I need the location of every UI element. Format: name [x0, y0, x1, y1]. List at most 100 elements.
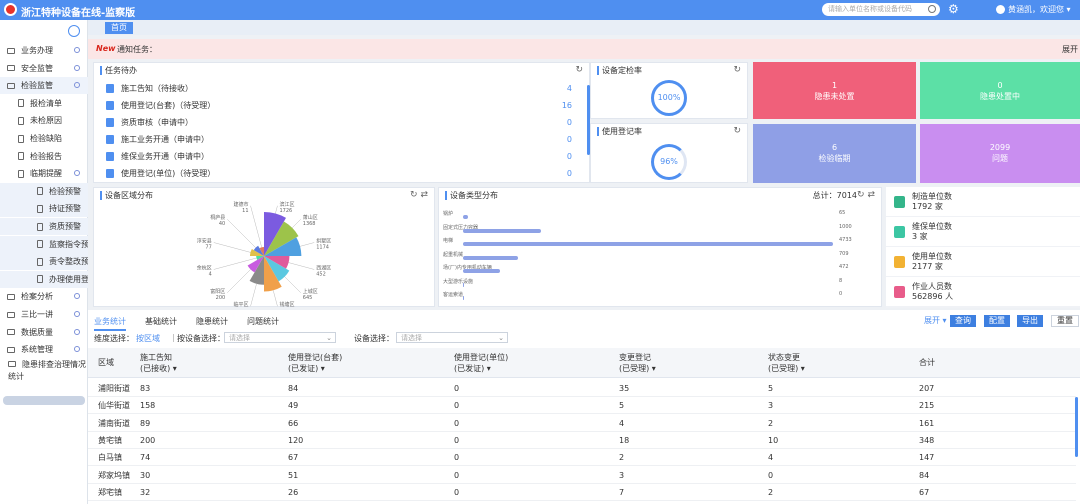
expand-icon[interactable]	[74, 328, 80, 335]
table-row[interactable]: 浦阳街道 83 84 0 35 5 207	[88, 380, 1076, 397]
task-item[interactable]: 施工告知（待接收） 4	[106, 81, 582, 97]
table-row[interactable]: 白马镇 74 67 0 2 4 147	[88, 449, 1076, 467]
bar-label: 起重机械	[443, 251, 464, 258]
expand-icon[interactable]	[74, 311, 80, 317]
search-icon[interactable]	[928, 5, 936, 13]
column-header[interactable]: 合计	[919, 357, 935, 368]
refresh-icon[interactable]: ↻	[575, 65, 583, 75]
tab-hazard-stats[interactable]: 隐患统计	[196, 316, 228, 327]
sidebar-item[interactable]: 三比一讲	[0, 306, 88, 323]
device-select[interactable]: 请选择 ⌄	[396, 332, 508, 343]
avatar-icon	[996, 5, 1005, 14]
stat-item[interactable]: 作业人员数 562896 人	[886, 277, 1080, 308]
sidebar-item[interactable]: 安全监管	[0, 60, 88, 77]
tab-basic-stats[interactable]: 基础统计	[145, 316, 177, 327]
config-button[interactable]: 配置	[984, 315, 1010, 327]
sidebar-toggle-icon[interactable]	[68, 25, 80, 37]
sidebar-item[interactable]: 持证预警	[0, 200, 88, 218]
task-item[interactable]: 使用登记(台套)（待受理） 16	[106, 98, 582, 114]
dimension-device-select[interactable]: 请选择 ⌄	[224, 332, 336, 343]
task-card: 任务待办 ↻ 施工告知（待接收） 4 使用登记(台套)（待受理） 16 资质审核（申请中…	[93, 62, 590, 183]
sidebar-item[interactable]: 临期提醒	[0, 165, 88, 182]
refresh-switch-icon[interactable]: ↻ ⇄	[857, 190, 875, 200]
refresh-icon[interactable]: ↻	[733, 126, 741, 136]
bar[interactable]	[463, 242, 833, 246]
folder-icon	[37, 204, 43, 213]
tab-home[interactable]: 首页	[105, 22, 133, 34]
sidebar-item[interactable]: 检验报告	[0, 148, 88, 165]
stat-value: 562896 人	[912, 292, 954, 301]
user-menu[interactable]: 黄涵凯，欢迎您 ▾	[996, 4, 1071, 15]
expand-button[interactable]: 展开 ▾	[924, 315, 947, 326]
sidebar-item[interactable]: 办理使用登记预警	[0, 270, 88, 288]
refresh-icon[interactable]: ↻	[733, 65, 741, 75]
bar[interactable]	[463, 255, 519, 260]
tile-problems[interactable]: 2099 问题	[920, 124, 1080, 183]
bar[interactable]	[463, 269, 500, 273]
notice-expand-button[interactable]: 展开	[1062, 44, 1078, 55]
column-header[interactable]: 使用登记(台套) (已发证) ▾	[288, 352, 342, 374]
task-item[interactable]: 使用登记(单位)（待受理） 0	[106, 166, 582, 182]
stat-item[interactable]: 制造单位数 1792 家	[886, 187, 1080, 218]
expand-icon[interactable]	[74, 346, 80, 353]
table-scrollbar[interactable]	[1075, 397, 1078, 457]
value-cell: 120	[288, 435, 304, 445]
sidebar-scrollbar[interactable]	[3, 396, 85, 405]
tile-inspection-due[interactable]: 6 检验临期	[753, 124, 916, 183]
expand-icon[interactable]	[74, 47, 80, 53]
column-header[interactable]: 状态变更 (已受理) ▾	[768, 352, 805, 374]
table-row[interactable]: 郑家坞镇 30 51 0 3 0 84	[88, 467, 1076, 484]
value-cell: 26	[288, 487, 299, 497]
export-button[interactable]: 导出	[1017, 315, 1043, 327]
column-header[interactable]: 使用登记(单位) (已发证) ▾	[454, 352, 508, 374]
task-item[interactable]: 施工业务开通（申请中） 0	[106, 132, 582, 148]
bar[interactable]	[463, 228, 542, 233]
column-header[interactable]: 施工告知 (已接收) ▾	[140, 352, 177, 374]
column-header[interactable]: 变更登记 (已受理) ▾	[619, 352, 656, 374]
reset-button[interactable]: 重置	[1051, 315, 1079, 327]
sidebar-item[interactable]: 资质预警	[0, 218, 88, 235]
dimension-region-option[interactable]: 按区域	[136, 333, 160, 344]
sidebar-item[interactable]: 检验监管	[0, 77, 88, 95]
task-item[interactable]: 资质审核（申请中） 0	[106, 115, 582, 131]
device-select-label: 设备选择：	[354, 334, 394, 343]
sidebar-item[interactable]: 检验缺陷	[0, 130, 88, 147]
search-input[interactable]: 请输入单位名称或设备代码	[822, 3, 940, 16]
sidebar-item[interactable]: 检案分析	[0, 288, 88, 305]
bar-row: 固定式压力容器 1000	[443, 224, 879, 234]
sidebar-item[interactable]: 系统管理	[0, 341, 88, 358]
table-row[interactable]: 浦南街道 89 66 0 4 2 161	[88, 415, 1076, 432]
sidebar-item[interactable]: 业务办理	[0, 42, 88, 59]
bar[interactable]	[463, 215, 469, 219]
sidebar-item[interactable]: 责令整改预警	[0, 253, 88, 271]
bar[interactable]	[463, 282, 464, 287]
task-item[interactable]: 维保业务开通（申请中） 0	[106, 149, 582, 165]
rose-value: 4	[209, 271, 212, 277]
column-header[interactable]: 区域	[98, 357, 114, 368]
query-button[interactable]: 查询	[950, 315, 976, 327]
sidebar-item[interactable]: 报检清单	[0, 95, 88, 112]
sidebar-item[interactable]: 监察指令预警	[0, 235, 88, 253]
expand-icon[interactable]	[74, 82, 80, 89]
sidebar-item[interactable]: 数据质量	[0, 324, 88, 341]
stat-item[interactable]: 使用单位数 2177 家	[886, 247, 1080, 278]
tab-business-stats[interactable]: 业务统计	[94, 316, 126, 331]
sidebar-item[interactable]: 检验预警	[0, 182, 88, 200]
expand-icon[interactable]	[74, 293, 80, 300]
table-header: 区域 施工告知 (已接收) ▾ 使用登记(台套) (已发证) ▾ 使用登记(单位) (已发证…	[88, 348, 1080, 378]
table-row[interactable]: 仙华街道 158 49 0 5 3 215	[88, 397, 1076, 415]
table-row[interactable]: 黄宅镇 200 120 0 18 10 348	[88, 432, 1076, 449]
value-cell: 0	[454, 418, 460, 428]
sidebar-item[interactable]: 未检原因	[0, 112, 88, 129]
tile-hazard-unhandled[interactable]: 1 隐患未处置	[753, 62, 916, 119]
gear-icon[interactable]: ⚙	[948, 2, 959, 16]
stat-item[interactable]: 维保单位数 3 家	[886, 217, 1080, 248]
expand-icon[interactable]	[74, 64, 80, 71]
expand-icon[interactable]	[74, 170, 80, 177]
tile-hazard-handling[interactable]: 0 隐患处置中	[920, 62, 1080, 119]
table-row[interactable]: 郑宅镇 32 26 0 7 2 67	[88, 484, 1076, 501]
sidebar-item-label: 安全监管	[21, 63, 53, 73]
sidebar-item[interactable]: 隐患排查治理情况统计	[0, 359, 88, 385]
tab-problem-stats[interactable]: 问题统计	[247, 316, 279, 327]
bar[interactable]	[463, 296, 464, 300]
